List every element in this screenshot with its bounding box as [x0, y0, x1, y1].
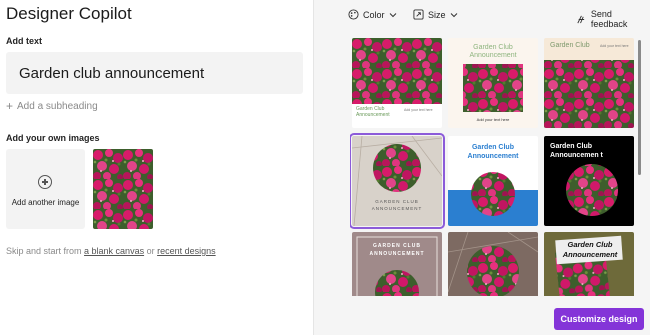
- add-subheading-button[interactable]: + Add a subheading: [6, 100, 98, 112]
- uploaded-image-thumbnail[interactable]: [93, 149, 153, 229]
- add-image-button[interactable]: Add another image: [6, 149, 85, 229]
- size-label: Size: [428, 9, 446, 20]
- plus-icon: +: [6, 99, 14, 113]
- resize-icon: [413, 9, 424, 20]
- customize-design-button[interactable]: Customize design: [554, 308, 644, 330]
- add-text-label: Add text: [6, 36, 42, 46]
- scrollbar-thumb[interactable]: [638, 40, 641, 175]
- card3-subtitle: Add your text here: [600, 44, 629, 48]
- skip-text: Skip and start from a blank canvas or re…: [6, 246, 216, 256]
- design-card-2[interactable]: Garden Club Announcement Add your text h…: [448, 38, 538, 128]
- card6-title: Garden Club Announcemen t: [550, 143, 603, 159]
- design-card-8[interactable]: [448, 232, 538, 296]
- design-card-4[interactable]: GARDEN CLUB ANNOUNCEMENT: [350, 133, 445, 229]
- design-card-7[interactable]: GARDEN CLUB ANNOUNCEMENT: [352, 232, 442, 296]
- add-subheading-label: Add a subheading: [17, 100, 98, 112]
- color-label: Color: [363, 9, 385, 20]
- skip-middle: or: [144, 246, 158, 256]
- skip-prefix: Skip and start from: [6, 246, 85, 256]
- design-grid: Garden Club Announcement Add your text h…: [350, 36, 636, 296]
- prompt-panel: Designer Copilot Add text Garden club an…: [0, 0, 313, 335]
- card2-subtitle: Add your text here: [476, 117, 510, 122]
- text-input-value: Garden club announcement: [19, 65, 205, 82]
- card5-title: Garden Club Announcement: [467, 144, 519, 160]
- feedback-icon: [577, 15, 585, 23]
- text-input[interactable]: Garden club announcement: [6, 52, 303, 94]
- card9-title: Garden Club Announcement: [562, 240, 618, 259]
- add-circle-icon: [38, 175, 52, 189]
- color-dropdown[interactable]: Color: [348, 9, 397, 20]
- design-card-5[interactable]: Garden Club Announcement: [448, 136, 538, 226]
- card1-extra: Add your text here: [404, 108, 433, 112]
- design-card-9[interactable]: Garden Club Announcement: [544, 232, 634, 296]
- design-card-6[interactable]: Garden Club Announcemen t: [544, 136, 634, 226]
- design-card-3[interactable]: Garden Club Add your text here: [544, 38, 634, 128]
- size-dropdown[interactable]: Size: [413, 9, 458, 20]
- chevron-down-icon: [389, 12, 396, 17]
- send-feedback-button[interactable]: Send feedback: [576, 9, 650, 29]
- chevron-down-icon: [450, 12, 457, 17]
- design-card-1[interactable]: Garden Club Announcement Add your text h…: [352, 38, 442, 128]
- recent-designs-link[interactable]: recent designs: [157, 246, 216, 256]
- blank-canvas-link[interactable]: a blank canvas: [84, 246, 144, 256]
- card4-title: GARDEN CLUB ANNOUNCEMENT: [371, 199, 423, 211]
- palette-icon: [348, 9, 359, 20]
- app-title: Designer Copilot: [6, 4, 132, 23]
- card7-title: GARDEN CLUB ANNOUNCEMENT: [369, 243, 425, 257]
- add-image-label: Add another image: [11, 198, 80, 207]
- card1-caption-line2: Announcement: [356, 112, 390, 118]
- feedback-label: Send feedback: [590, 9, 628, 29]
- card3-title: Garden Club: [550, 42, 590, 49]
- add-images-label: Add your own images: [6, 133, 100, 143]
